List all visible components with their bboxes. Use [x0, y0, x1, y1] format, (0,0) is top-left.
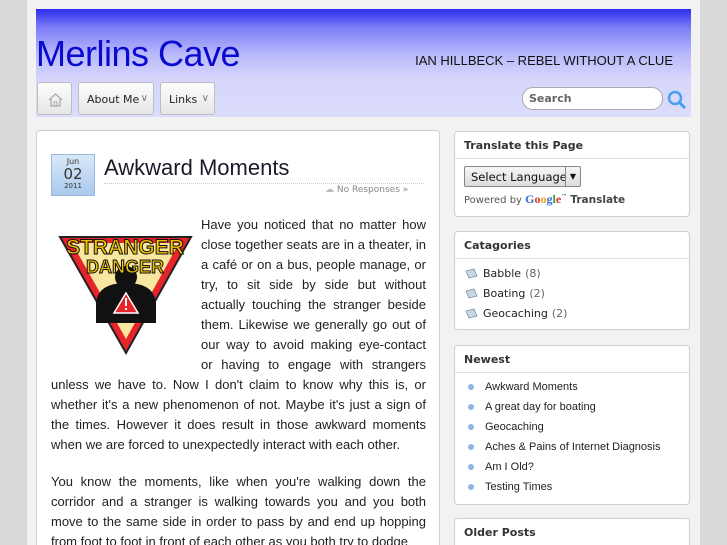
nav-about-me[interactable]: About Me ∨: [78, 82, 154, 115]
translate-widget: Translate this Page Select Language ▼ Po…: [454, 131, 690, 217]
newest-list: Awkward Moments A great day for boating …: [455, 373, 689, 497]
category-label: Boating: [483, 286, 526, 300]
category-count: (2): [551, 306, 568, 320]
bullet-icon: [468, 404, 474, 410]
language-select[interactable]: Select Language ▼: [464, 166, 581, 187]
nav-links[interactable]: Links ∨: [160, 82, 215, 115]
category-count: (8): [525, 266, 541, 280]
newest-label: Awkward Moments: [485, 381, 578, 393]
nav-links-label: Links: [169, 93, 198, 106]
newest-title: Newest: [455, 346, 689, 373]
home-icon: [48, 93, 63, 107]
nav-home-button[interactable]: [37, 82, 72, 115]
folder-icon: [465, 288, 478, 298]
post-paragraph-2: You know the moments, like when you're w…: [51, 474, 426, 545]
categories-title: Catagories: [455, 232, 689, 259]
post-title[interactable]: Awkward Moments: [104, 155, 289, 181]
language-select-value: Select Language: [471, 170, 567, 184]
folder-icon: [465, 268, 478, 278]
site-tagline: IAN HILLBECK – REBEL WITHOUT A CLUE: [415, 53, 673, 68]
trademark: ™: [561, 193, 568, 201]
newest-item[interactable]: Testing Times: [468, 477, 689, 497]
folder-icon: [465, 308, 478, 318]
date-day: 02: [63, 165, 83, 183]
bullet-icon: [468, 424, 474, 430]
bullet-icon: [468, 464, 474, 470]
date-year: 2011: [64, 182, 82, 190]
chevron-down-icon: ∨: [201, 93, 209, 104]
site-title[interactable]: Merlins Cave: [36, 33, 241, 75]
bullet-icon: [468, 444, 474, 450]
nav-about-label: About Me: [87, 93, 140, 106]
dropdown-arrow-icon: ▼: [565, 167, 580, 186]
chevron-down-icon: ∨: [140, 93, 148, 104]
newest-item[interactable]: A great day for boating: [468, 397, 689, 417]
bullet-icon: [468, 384, 474, 390]
newest-label: Geocaching: [485, 421, 544, 433]
category-label: Geocaching: [483, 306, 548, 320]
categories-widget: Catagories Babble (8) Boating (2) Geocac…: [454, 231, 690, 330]
category-item[interactable]: Babble (8): [465, 263, 689, 283]
category-count: (2): [529, 286, 545, 300]
title-divider: [104, 183, 424, 184]
newest-label: Am I Old?: [485, 461, 534, 473]
category-item[interactable]: Boating (2): [465, 283, 689, 303]
powered-by-label: Powered by: [464, 195, 522, 206]
responses-link[interactable]: ☁ No Responses »: [325, 185, 408, 195]
bullet-icon: [468, 484, 474, 490]
search-icon[interactable]: [667, 90, 687, 110]
older-posts-title: Older Posts: [455, 519, 689, 545]
newest-item[interactable]: Geocaching: [468, 417, 689, 437]
translate-label: Translate: [570, 194, 626, 206]
newest-widget: Newest Awkward Moments A great day for b…: [454, 345, 690, 505]
older-posts-widget: Older Posts: [454, 518, 690, 545]
newest-label: Aches & Pains of Internet Diagnosis: [485, 441, 661, 453]
comment-icon: ☁: [325, 185, 334, 195]
newest-item[interactable]: Awkward Moments: [468, 377, 689, 397]
powered-by-google[interactable]: Powered by Google™ Translate: [464, 192, 625, 207]
post-paragraph-1: Have you noticed that no matter how clos…: [51, 215, 426, 455]
category-item[interactable]: Geocaching (2): [465, 303, 689, 323]
post-article: Jun 02 2011 Awkward Moments ☁ No Respons…: [36, 130, 440, 545]
search-input[interactable]: Search: [522, 87, 663, 110]
date-badge: Jun 02 2011: [51, 154, 95, 196]
google-logo: Google: [525, 192, 562, 206]
newest-item[interactable]: Am I Old?: [468, 457, 689, 477]
newest-label: Testing Times: [485, 481, 553, 493]
translate-title: Translate this Page: [455, 132, 689, 159]
site-header: Merlins Cave IAN HILLBECK – REBEL WITHOU…: [36, 9, 691, 117]
newest-label: A great day for boating: [485, 401, 596, 413]
page-wrapper: Merlins Cave IAN HILLBECK – REBEL WITHOU…: [27, 0, 700, 545]
newest-item[interactable]: Aches & Pains of Internet Diagnosis: [468, 437, 689, 457]
category-label: Babble: [483, 266, 522, 280]
responses-label: No Responses »: [336, 185, 409, 195]
main-nav: About Me ∨ Links ∨ Search: [36, 82, 691, 116]
categories-list: Babble (8) Boating (2) Geocaching (2): [455, 259, 689, 323]
